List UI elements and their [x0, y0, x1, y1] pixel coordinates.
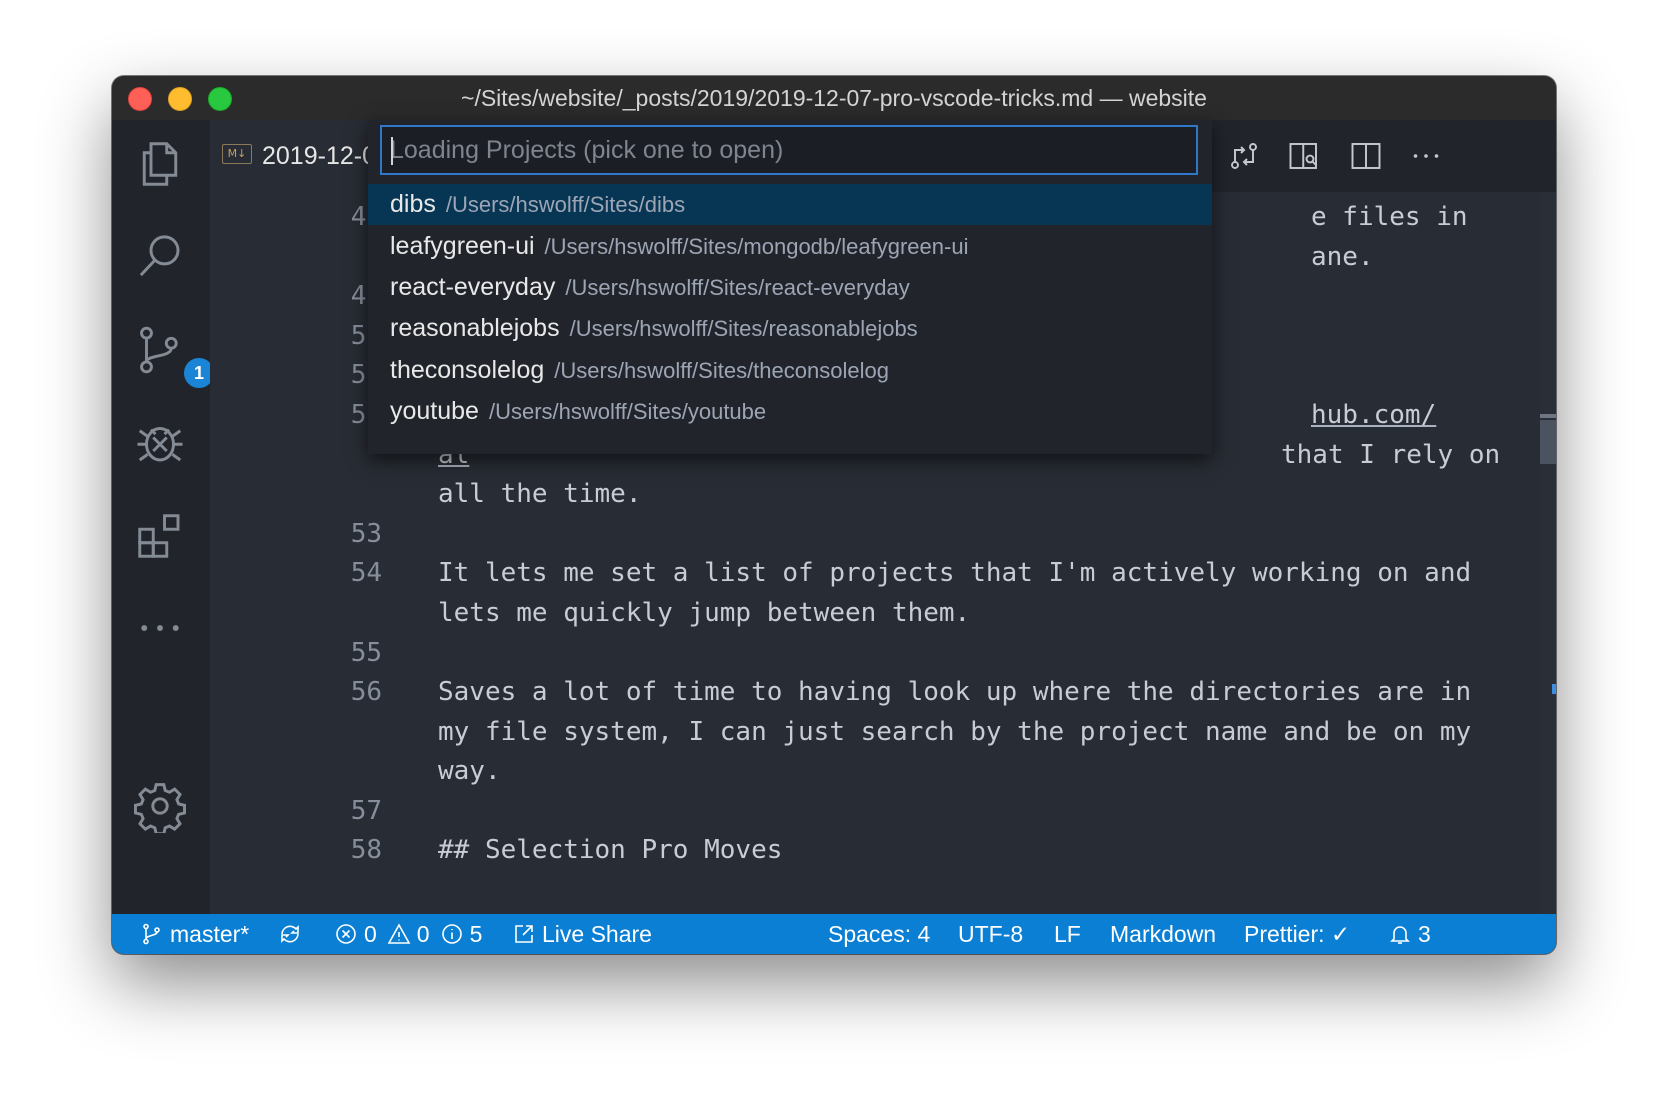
window-title: ~/Sites/website/_posts/2019/2019-12-07-p… [461, 85, 1207, 111]
error-count: 0 [364, 921, 377, 947]
bell-icon [1390, 926, 1410, 944]
scrollbar-marker [1552, 684, 1556, 694]
project-path: /Users/hswolff/Sites/theconsolelog [554, 358, 889, 383]
quick-pick-input[interactable] [382, 127, 1196, 173]
tab-active-file[interactable]: M↓ 2019-12-07-pro-vscode-tricks.md [210, 120, 390, 192]
live-share-icon [515, 925, 533, 943]
quick-pick-input-box[interactable] [380, 125, 1198, 175]
project-path: /Users/hswolff/Sites/reasonablejobs [569, 316, 918, 341]
line-number: 55 [350, 638, 382, 668]
title-bar: ~/Sites/website/_posts/2019/2019-12-07-p… [112, 76, 1556, 121]
line-number: 54 [350, 558, 382, 588]
warning-icon [387, 923, 411, 944]
branch-status[interactable]: master* [140, 914, 249, 954]
eol-status[interactable]: LF [1054, 914, 1081, 954]
language-mode-status[interactable]: Markdown [1110, 914, 1216, 954]
project-item[interactable]: leafygreen-ui/Users/hswolff/Sites/mongod… [368, 226, 1212, 267]
project-name: leafygreen-ui [390, 232, 535, 260]
explorer-icon[interactable] [130, 134, 190, 194]
code-text: way. [438, 756, 501, 786]
line-number: 52 [350, 400, 382, 430]
more-actions-icon[interactable] [1408, 138, 1444, 174]
branch-name: master* [170, 921, 250, 947]
editor-scrollbar[interactable] [1540, 192, 1556, 914]
debug-icon[interactable] [130, 412, 190, 472]
project-name: reasonablejobs [390, 314, 560, 342]
open-changes-icon[interactable] [1226, 138, 1262, 174]
live-share-label: Live Share [542, 921, 652, 947]
info-count: 5 [469, 921, 483, 947]
link-url[interactable]: hub.com/ [1311, 400, 1436, 430]
scrollbar-cursor-line [1540, 414, 1556, 418]
search-icon[interactable] [130, 226, 190, 286]
project-item[interactable]: react-everyday/Users/hswolff/Sites/react… [368, 267, 1212, 308]
sync-button[interactable] [278, 914, 308, 954]
project-name: react-everyday [390, 273, 556, 301]
extensions-icon[interactable] [130, 506, 190, 566]
code-text: ## Selection Pro Moves [438, 835, 783, 865]
line-number: 48 [350, 202, 382, 232]
status-bar: master* 0 0 5 Live Share Spaces: 4 UTF-8… [112, 914, 1556, 954]
split-editor-icon[interactable] [1348, 138, 1384, 174]
code-text: lets me quickly jump between them. [438, 598, 971, 628]
warning-count: 0 [416, 921, 430, 947]
project-item[interactable]: youtube/Users/hswolff/Sites/youtube [368, 391, 1212, 432]
prettier-status[interactable]: Prettier: ✓ [1244, 914, 1350, 954]
line-number: 50 [350, 321, 382, 351]
project-path: /Users/hswolff/Sites/dibs [445, 192, 686, 217]
code-text: my file system, I can just search by the… [438, 717, 1472, 747]
git-branch-icon [143, 923, 160, 945]
project-name: theconsolelog [390, 356, 545, 384]
source-control-icon[interactable]: 1 [130, 320, 216, 390]
project-name: youtube [390, 397, 479, 425]
code-text: Saves a lot of time to having look up wh… [438, 677, 1472, 707]
code-text: that I rely on [1281, 440, 1501, 470]
line-number: 56 [350, 677, 382, 707]
project-path: /Users/hswolff/Sites/react-everyday [565, 275, 910, 300]
info-icon [441, 924, 462, 944]
notifications-status[interactable]: 3 [1388, 914, 1431, 954]
project-item[interactable]: reasonablejobs/Users/hswolff/Sites/reaso… [368, 308, 1212, 349]
project-path: /Users/hswolff/Sites/youtube [488, 399, 767, 424]
project-name: dibs [390, 190, 436, 218]
error-icon [336, 924, 356, 944]
line-number: 51 [350, 360, 382, 390]
line-number: 53 [350, 519, 382, 549]
open-preview-icon[interactable] [1286, 138, 1322, 174]
line-number: 49 [350, 281, 382, 311]
line-number: 58 [350, 835, 382, 865]
project-item[interactable]: theconsolelog/Users/hswolff/Sites/thecon… [368, 350, 1212, 391]
vscode-window: ~/Sites/website/_posts/2019/2019-12-07-p… [112, 76, 1556, 954]
code-text: ane. [1311, 242, 1374, 272]
code-text: e files in [1311, 202, 1468, 232]
indentation-status[interactable]: Spaces: 4 [828, 914, 930, 954]
sync-icon [281, 925, 299, 943]
code-text: It lets me set a list of projects that I… [438, 558, 1472, 588]
activity-bar: 1 [112, 120, 216, 914]
markdown-icon: M↓ [222, 144, 252, 164]
live-share-button[interactable]: Live Share [512, 914, 652, 954]
settings-icon[interactable] [130, 776, 190, 836]
more-icon[interactable] [130, 598, 190, 658]
problems-status[interactable]: 0 0 5 [334, 914, 482, 954]
text-caret [391, 137, 393, 165]
scrollbar-thumb[interactable] [1540, 420, 1556, 464]
project-item[interactable]: dibs/Users/hswolff/Sites/dibs [368, 184, 1212, 225]
code-text: all the time. [438, 479, 642, 509]
project-path: /Users/hswolff/Sites/mongodb/leafygreen-… [544, 234, 969, 259]
line-number: 57 [350, 796, 382, 826]
encoding-status[interactable]: UTF-8 [958, 914, 1023, 954]
notification-count: 3 [1418, 921, 1431, 947]
project-quick-pick: dibs/Users/hswolff/Sites/dibs leafygreen… [368, 120, 1212, 454]
